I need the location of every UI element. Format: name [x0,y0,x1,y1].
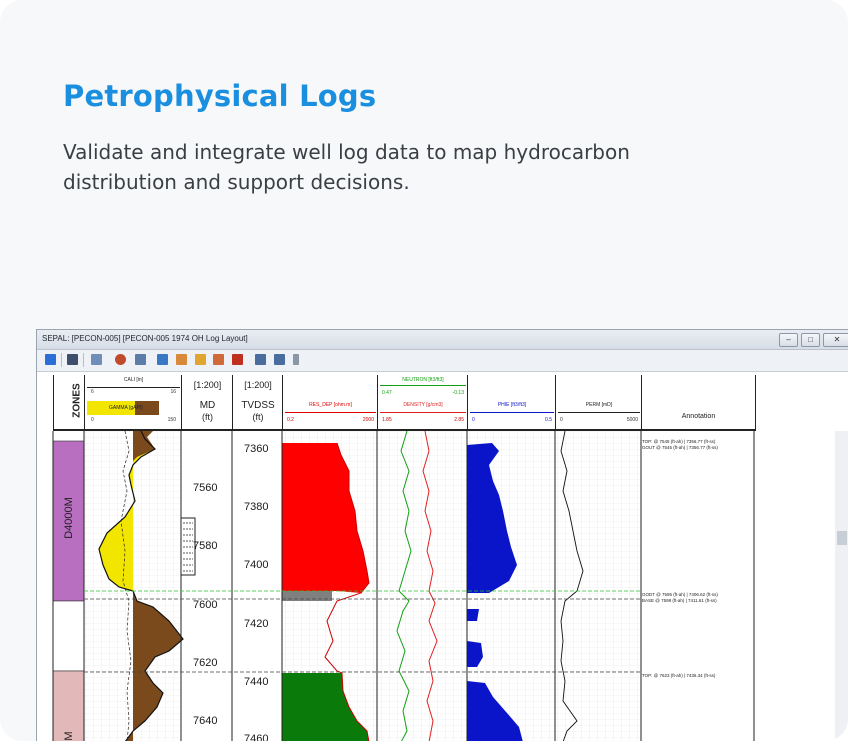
annotation-text: TOP: @ 7623 (ft-ah) | 7436.34 (ft-ss) [642,673,716,678]
maximize-icon[interactable]: □ [801,333,820,347]
layout-icon[interactable] [91,354,102,365]
cali-max: 16 [170,389,176,395]
phie-min: 0 [472,417,475,423]
res-min: 0.2 [287,417,294,423]
density-name: DENSITY [g/cm3] [403,402,443,408]
md-scale: [1:200] [193,380,222,390]
res-line [285,412,376,413]
md-header: [1:200] MD (ft) [181,375,233,431]
print-icon[interactable] [213,354,224,365]
zone-name: M [63,731,75,741]
toolbar [37,350,848,372]
close-icon[interactable]: ✕ [823,333,848,347]
res-name: RES_DEP [ohm.m] [309,402,352,408]
tvdss-tick: 7420 [244,618,269,630]
phie-fill-middle [467,609,479,621]
md-unit: (ft) [202,412,213,422]
pdf-icon[interactable] [232,354,243,365]
md-label: MD [199,400,216,411]
gamma-cali-header: CALI [in] 6 16 GAMMA [gAPI] 0 150 [84,375,182,431]
density-line [380,412,466,413]
res-max: 2000 [362,417,374,423]
phie-line [470,412,554,413]
cali-min: 6 [91,389,94,395]
neutron-name: NEUTRON [ft3/ft3] [402,377,444,383]
log-viewer-window: SEPAL: [PECON-005] [PECON-005 1974 OH Lo… [36,329,848,741]
perm-line [558,412,640,413]
tvdss-header: [1:200] TVDSS (ft) [232,375,283,431]
refresh-icon[interactable] [45,354,56,365]
tvdss-unit: (ft) [252,412,264,422]
cursor-icon[interactable] [67,354,78,365]
tvdss-tick: 7360 [244,443,269,455]
zoom-in-icon[interactable] [255,354,266,365]
perm-name: PERM [mD] [585,402,613,408]
phie-header: PHIE [ft3/ft3] 0 0.5 [467,375,556,431]
scrollbar-thumb[interactable] [837,531,847,545]
card-title: Petrophysical Logs [63,79,377,113]
window-icon[interactable] [157,354,168,365]
card-description: Validate and integrate well log data to … [63,140,630,194]
toolbar-separator [61,353,62,367]
md-tick: 7640 [193,715,218,727]
minimize-icon[interactable]: – [779,333,798,347]
toolbar-separator [83,353,84,367]
tvdss-tick: 7440 [244,676,269,688]
density-min: 1.85 [382,417,392,423]
res-gas-fill [282,591,332,601]
annotation-text: GODT @ 7595 (ft-ah) | 7406.62 (ft-ss) [642,592,718,597]
tvdss-scale: [1:200] [244,380,272,390]
more-icon[interactable] [293,354,299,365]
md-tick: 7560 [193,482,218,494]
annotation-text: TOP: @ 7545 (ft-ah) | 7356.77 (ft-ss) [642,439,716,444]
zones-header: ZONES [53,375,85,431]
gamma-max: 150 [167,417,176,423]
perm-max: 5000 [626,417,638,423]
vertical-scrollbar[interactable] [835,431,848,741]
md-tick: 7600 [193,599,218,611]
table-icon[interactable] [135,354,146,365]
signal-icon[interactable] [115,354,126,365]
perm-header: PERM [mD] 0 5000 [555,375,642,431]
md-tick: 7620 [193,657,218,669]
annotation-text: GOUT @ 7545 (ft-ah) | 7356.77 (ft-ss) [642,445,718,450]
annotation-header-label: Annotation [681,413,716,420]
tvdss-label: TVDSS [241,400,275,411]
log-plot [52,431,848,741]
neutron-track-grid [377,431,467,741]
neutron-min: 0.47 [382,390,392,396]
zone-unnamed[interactable] [52,600,85,672]
md-tick: 7580 [193,540,218,552]
window-titlebar: SEPAL: [PECON-005] [PECON-005 1974 OH Lo… [37,330,848,350]
feature-card: Petrophysical Logs Validate and integrat… [0,0,848,741]
perm-min: 0 [560,417,563,423]
gamma-name: GAMMA [gAPI] [109,405,143,411]
neutron-line [380,385,466,386]
phie-max: 0.5 [545,417,552,423]
cali-name: CALI [in] [123,377,144,383]
neutron-density-header: NEUTRON [ft3/ft3] 0.47 -0.13 DENSITY [g/… [377,375,468,431]
annotation-header: Annotation [641,375,756,431]
zone-name: D4000M [63,497,75,539]
fit-icon[interactable] [274,354,285,365]
tvdss-tick: 7460 [244,733,269,741]
annotation-text: BASE @ 7598 (ft-ah) | 7411.61 (ft-ss) [642,598,717,603]
gamma-min: 0 [91,417,94,423]
cali-line [87,387,180,388]
res-header: RES_DEP [ohm.m] 0.2 2000 [282,375,378,431]
phie-name: PHIE [ft3/ft3] [497,402,527,408]
tvdss-tick: 7380 [244,501,269,513]
window-title: SEPAL: [PECON-005] [PECON-005 1974 OH Lo… [42,334,248,343]
perm-track-grid [555,431,641,741]
zones-header-label: ZONES [71,383,83,418]
tvdss-tick: 7400 [244,559,269,571]
density-max: 2.85 [454,417,464,423]
import-icon[interactable] [195,354,206,365]
export-icon[interactable] [176,354,187,365]
neutron-max: -0.13 [452,390,464,396]
